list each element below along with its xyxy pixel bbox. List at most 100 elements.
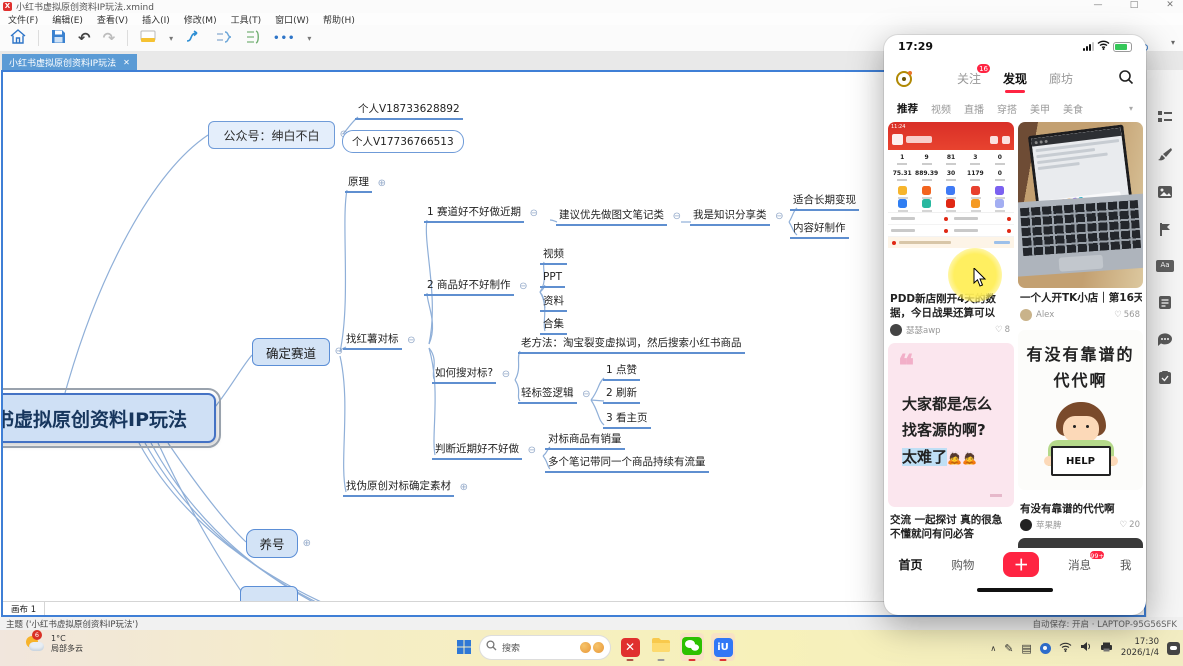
category-outfit[interactable]: 穿搭 — [997, 101, 1017, 116]
node-queding-saidao[interactable]: 确定赛道 ⊖ — [252, 338, 330, 366]
toolbar-caret-icon[interactable]: ▾ — [307, 34, 311, 43]
menu-edit[interactable]: 编辑(E) — [52, 13, 83, 26]
node-shangpin-zhizuo[interactable]: 2 商品好不好制作 ⊖ — [424, 279, 514, 296]
pen-icon[interactable]: ✎ — [1004, 642, 1013, 655]
more-tools-icon[interactable]: ••• — [273, 33, 295, 44]
format-brush-icon[interactable] — [1157, 147, 1173, 162]
collapse-icon[interactable]: ⊖ — [530, 209, 538, 219]
node-heji[interactable]: 合集 — [540, 318, 567, 335]
node-yuanli[interactable]: 原理 ⊕ — [345, 176, 372, 193]
printer-icon[interactable] — [1100, 642, 1113, 655]
panel-caret-icon[interactable]: ▾ — [1171, 38, 1175, 47]
undo-icon[interactable]: ↶ — [78, 29, 91, 47]
maximize-button[interactable]: □ — [1127, 0, 1141, 10]
node-zhao-hongshu[interactable]: 找红薯对标 ⊖ — [343, 333, 402, 350]
document-tab[interactable]: 小红书虚拟原创资料IP玩法 ✕ — [2, 54, 137, 70]
node-yanghao[interactable]: 养号 ⊕ — [246, 529, 298, 558]
style-caret-icon[interactable]: ▾ — [169, 34, 173, 43]
node-partial[interactable] — [240, 586, 298, 601]
feed-card-laptop-image[interactable] — [1018, 122, 1143, 288]
node-ruhe-sou[interactable]: 如何搜对标? ⊖ — [432, 367, 496, 384]
node-wei-yuanchuang[interactable]: 找伪原创对标确定素材 ⊕ — [343, 480, 454, 497]
comment-icon[interactable] — [1157, 333, 1173, 347]
menu-tools[interactable]: 工具(T) — [231, 13, 262, 26]
save-icon[interactable] — [51, 29, 66, 47]
node-ziliao[interactable]: 资料 — [540, 295, 567, 312]
node-personal-v2[interactable]: 个人V17736766513 — [342, 130, 464, 153]
search-icon[interactable] — [1118, 69, 1134, 88]
taskbar-clock[interactable]: 17:30 2026/1/4 — [1121, 637, 1159, 659]
relationship-icon[interactable] — [185, 30, 203, 47]
volume-icon[interactable] — [1080, 641, 1092, 655]
summary-icon[interactable] — [245, 30, 261, 47]
username[interactable]: 苹果脾 — [1036, 519, 1062, 531]
taskbar-search[interactable]: 搜索 — [479, 635, 611, 660]
boundary-icon[interactable] — [215, 30, 233, 47]
node-laofangfa[interactable]: 老方法：淘宝裂变虚拟词，然后搜索小红书商品 — [518, 337, 745, 354]
node-gongzhonghao[interactable]: 公众号：绅白不白 ⊖ — [208, 121, 335, 149]
heart-icon[interactable]: ♡ — [1114, 310, 1122, 320]
safety-icon[interactable] — [1040, 643, 1051, 654]
tab-discover[interactable]: 发现 — [1003, 70, 1027, 87]
nav-post-button[interactable]: ＋ — [1003, 552, 1039, 577]
tab-close-icon[interactable]: ✕ — [123, 58, 130, 67]
live-icon[interactable] — [896, 71, 912, 87]
username[interactable]: Alex — [1036, 310, 1054, 320]
menu-help[interactable]: 帮助(H) — [323, 13, 355, 26]
nav-me[interactable]: 我 — [1120, 557, 1132, 573]
collapse-icon[interactable]: ⊖ — [502, 370, 510, 380]
tab-city[interactable]: 廊坊 — [1049, 70, 1073, 87]
category-nails[interactable]: 美甲 — [1030, 101, 1050, 116]
home-icon[interactable] — [10, 29, 26, 47]
menu-window[interactable]: 窗口(W) — [275, 13, 309, 26]
heart-icon[interactable]: ♡ — [995, 325, 1003, 335]
card-title[interactable]: PDD新店刚开4天的数据，今日战果还算可以 — [890, 292, 1010, 322]
category-recommend[interactable]: 推荐 — [897, 101, 918, 116]
wifi-icon[interactable] — [1059, 642, 1072, 655]
node-ppt[interactable]: PPT — [540, 271, 565, 288]
nav-home[interactable]: 首页 — [898, 556, 922, 573]
taskbar-weather[interactable]: 6 1°C 局部多云 — [26, 634, 83, 654]
username[interactable]: 瑟瑟awp — [906, 324, 941, 336]
outline-icon[interactable] — [1157, 110, 1173, 124]
taskbar-app-wechat[interactable] — [680, 633, 704, 661]
collapse-icon[interactable]: ⊖ — [407, 336, 415, 346]
expand-icon[interactable]: ⊕ — [378, 179, 386, 189]
heart-icon[interactable]: ♡ — [1120, 520, 1128, 530]
avatar[interactable] — [890, 324, 902, 336]
collapse-icon[interactable]: ⊖ — [673, 212, 681, 222]
collapse-icon[interactable]: ⊖ — [519, 282, 527, 292]
ime-icon[interactable]: ▤ — [1021, 642, 1031, 655]
node-biaoqian-luoji[interactable]: 轻标签逻辑 ⊖ — [518, 387, 577, 404]
node-jianyi-tuwen[interactable]: 建议优先做图文笔记类 ⊖ — [556, 209, 667, 226]
close-button[interactable]: ✕ — [1163, 0, 1177, 10]
node-zhishi-fenxiang[interactable]: 我是知识分享类 ⊖ — [690, 209, 770, 226]
collapse-icon[interactable]: ⊖ — [335, 347, 343, 357]
marker-flag-icon[interactable] — [1158, 222, 1172, 237]
menu-file[interactable]: 文件(F) — [8, 13, 38, 26]
collapse-icon[interactable]: ⊖ — [528, 446, 536, 456]
avatar[interactable] — [1020, 519, 1032, 531]
menu-modify[interactable]: 修改(M) — [184, 13, 217, 26]
collapse-icon[interactable]: ⊖ — [775, 212, 783, 222]
node-duibiao-xiaoliang[interactable]: 对标商品有销量 — [545, 433, 625, 450]
card-title[interactable]: 交流 一起探讨 真的很急 不懂就问有问必答 — [890, 513, 1010, 543]
image-icon[interactable] — [1157, 185, 1173, 199]
tray-expand-icon[interactable]: ∧ — [990, 644, 996, 653]
menu-view[interactable]: 查看(V) — [97, 13, 128, 26]
tab-follow[interactable]: 关注 16 — [957, 70, 981, 87]
taskbar-app-explorer[interactable] — [649, 633, 673, 661]
sheet-tab-canvas1[interactable]: 画布 1 — [3, 602, 45, 615]
notification-center-icon[interactable] — [1167, 642, 1180, 655]
minimize-button[interactable]: — — [1091, 0, 1105, 10]
chevron-down-icon[interactable]: ▾ — [1129, 104, 1133, 113]
node-neirong-haozhizuo[interactable]: 内容好制作 — [790, 222, 849, 239]
node-central-topic[interactable]: 小红书虚拟原创资料IP玩法 — [3, 393, 216, 443]
expand-icon[interactable]: ⊕ — [303, 539, 311, 549]
taskbar-app-xmind[interactable]: ✕ — [618, 633, 642, 661]
node-kan-zhuye[interactable]: 3 看主页 — [603, 412, 651, 429]
task-icon[interactable] — [1158, 370, 1172, 385]
node-shuaxin[interactable]: 2 刷新 — [603, 387, 640, 404]
nav-shop[interactable]: 购物 — [951, 557, 974, 573]
collapse-icon[interactable]: ⊖ — [582, 390, 590, 400]
